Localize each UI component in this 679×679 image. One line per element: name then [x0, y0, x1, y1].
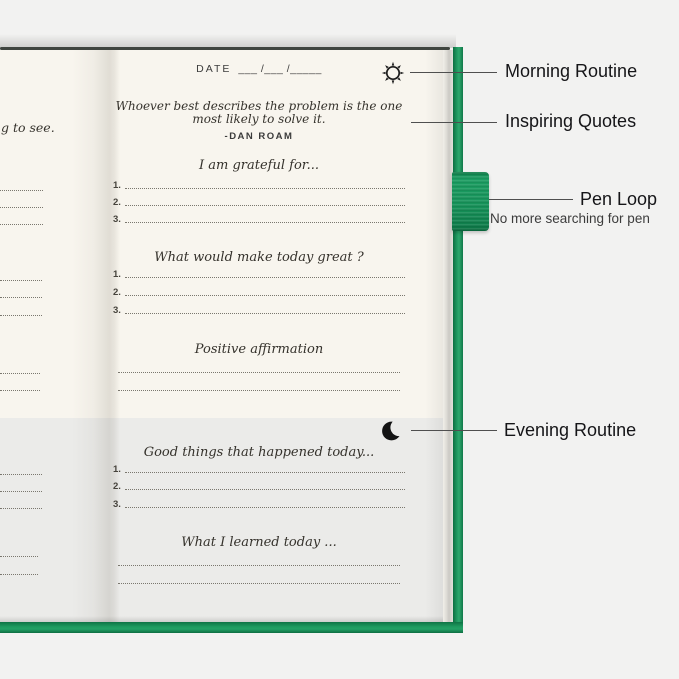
entry-number: 1.	[113, 181, 121, 191]
left-page-dotted-line	[0, 303, 42, 316]
right-page-curl-shadow	[425, 50, 443, 622]
left-page-dotted-line	[0, 361, 40, 374]
left-page-dotted-line	[0, 195, 43, 208]
book-top-shadow	[0, 34, 456, 48]
learned-line	[118, 553, 400, 566]
inspiring-quote: Whoever best describes the problem is th…	[113, 100, 405, 125]
dotted-rule	[125, 277, 405, 278]
left-page-dotted-line	[0, 212, 43, 225]
learned-heading: What I learned today ...	[113, 535, 405, 550]
left-page-dotted-line	[0, 268, 42, 281]
dotted-rule	[125, 188, 405, 189]
good-things-entry-line: 2.	[113, 478, 405, 491]
left-page-dotted-line	[0, 562, 38, 575]
date-field: DATE ___ /___ /_____	[113, 63, 405, 75]
pen-loop-label: Pen Loop	[580, 189, 657, 211]
inspiring-quotes-label: Inspiring Quotes	[505, 111, 636, 133]
entry-number: 1.	[113, 465, 121, 475]
today-great-entry-line: 1.	[113, 266, 405, 279]
entry-number: 2.	[113, 288, 121, 298]
pen-loop-subtitle: No more searching for pen	[490, 211, 650, 226]
quote-line-2: most likely to solve it.	[113, 113, 405, 126]
dotted-rule	[125, 507, 405, 508]
quote-line-1: Whoever best describes the problem is th…	[113, 100, 405, 113]
entry-number: 1.	[113, 270, 121, 280]
today-great-entry-line: 3.	[113, 302, 405, 315]
left-page-dotted-line	[0, 544, 38, 557]
quote-author: -DAN ROAM	[113, 131, 405, 142]
today-great-heading: What would make today great ?	[113, 250, 405, 265]
date-blanks: ___ /___ /_____	[238, 63, 321, 75]
entry-number: 3.	[113, 215, 121, 225]
page-edge-stack	[443, 50, 453, 622]
entry-number: 3.	[113, 306, 121, 316]
product-annotation-image: g to see. DATE ___ /___ /_____ Whoever b…	[0, 0, 679, 679]
sun-icon	[381, 61, 405, 85]
affirmation-line	[118, 378, 400, 391]
grateful-entry-line: 1.	[113, 177, 405, 190]
left-page-dotted-line	[0, 178, 43, 191]
left-page-dotted-line	[0, 285, 42, 298]
affirmation-line	[118, 360, 400, 373]
dotted-rule	[125, 489, 405, 490]
morning-routine-label: Morning Routine	[505, 61, 637, 83]
learned-line	[118, 571, 400, 584]
left-page-dotted-line	[0, 479, 42, 492]
grateful-heading: I am grateful for...	[113, 158, 405, 173]
good-things-entry-line: 3.	[113, 496, 405, 509]
dotted-rule	[125, 295, 405, 296]
pen-loop-elastic	[452, 172, 489, 231]
evening-callout-line	[411, 430, 497, 431]
today-great-entry-line: 2.	[113, 284, 405, 297]
left-page-dotted-line	[0, 462, 42, 475]
date-label: DATE	[196, 63, 231, 75]
entry-number: 2.	[113, 482, 121, 492]
green-cover-right-edge	[453, 47, 463, 633]
grateful-entry-line: 3.	[113, 211, 405, 224]
dotted-rule	[125, 222, 405, 223]
affirmation-heading: Positive affirmation	[113, 342, 405, 357]
entry-number: 2.	[113, 198, 121, 208]
left-page-dotted-line	[0, 496, 42, 509]
good-things-entry-line: 1.	[113, 461, 405, 474]
entry-number: 3.	[113, 500, 121, 510]
left-page-dotted-line	[0, 378, 40, 391]
morning-callout-line	[410, 72, 497, 73]
green-cover-bottom-edge	[0, 622, 463, 633]
dotted-rule	[125, 472, 405, 473]
quotes-callout-line	[411, 122, 497, 123]
moon-icon	[380, 419, 404, 443]
grateful-entry-line: 2.	[113, 194, 405, 207]
left-page-text-fragment: g to see.	[1, 120, 55, 135]
dotted-rule	[125, 313, 405, 314]
pen-loop-callout-line	[489, 199, 573, 200]
evening-routine-label: Evening Routine	[504, 420, 636, 442]
good-things-heading: Good things that happened today...	[113, 445, 405, 460]
dotted-rule	[125, 205, 405, 206]
